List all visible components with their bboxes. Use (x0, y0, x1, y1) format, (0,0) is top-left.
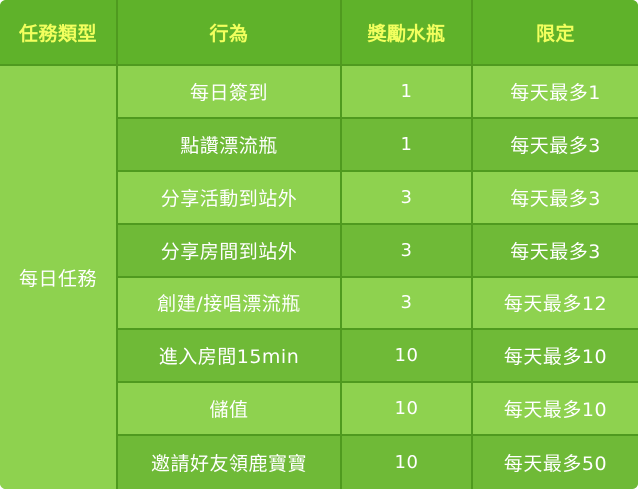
header-reward: 獎勵水瓶 (342, 0, 473, 66)
table-row-action: 點讚漂流瓶 (118, 118, 342, 172)
table-row-reward: 1 (342, 66, 473, 119)
table-row-reward: 10 (342, 436, 473, 489)
table-row-action: 儲值 (118, 383, 342, 437)
task-grid: 任務類型 行為 獎勵水瓶 限定 每日任務 每日簽到 1 每天最多1 點讚漂流瓶 … (0, 0, 638, 489)
table-row-reward: 3 (342, 224, 473, 278)
table-row-limit: 每天最多3 (473, 224, 638, 278)
header-limit: 限定 (473, 0, 638, 66)
daily-task-table: 任務類型 行為 獎勵水瓶 限定 每日任務 每日簽到 1 每天最多1 點讚漂流瓶 … (0, 0, 638, 489)
table-row-reward: 10 (342, 383, 473, 437)
task-type-daily: 每日任務 (0, 66, 118, 489)
table-row-limit: 每天最多10 (473, 330, 638, 384)
table-row-limit: 每天最多10 (473, 383, 638, 437)
table-row-limit: 每天最多1 (473, 66, 638, 119)
table-row-limit: 每天最多12 (473, 277, 638, 331)
header-action: 行為 (118, 0, 342, 66)
header-task-type: 任務類型 (0, 0, 118, 66)
table-row-reward: 3 (342, 277, 473, 331)
table-row-action: 每日簽到 (118, 66, 342, 119)
table-row-action: 邀請好友領鹿寶寶 (118, 436, 342, 489)
table-row-limit: 每天最多3 (473, 171, 638, 225)
table-row-action: 創建/接唱漂流瓶 (118, 277, 342, 331)
table-row-action: 分享房間到站外 (118, 224, 342, 278)
table-row-reward: 3 (342, 171, 473, 225)
table-row-reward: 10 (342, 330, 473, 384)
table-row-reward: 1 (342, 118, 473, 172)
table-row-action: 進入房間15min (118, 330, 342, 384)
table-row-action: 分享活動到站外 (118, 171, 342, 225)
table-row-limit: 每天最多50 (473, 436, 638, 489)
table-row-limit: 每天最多3 (473, 118, 638, 172)
